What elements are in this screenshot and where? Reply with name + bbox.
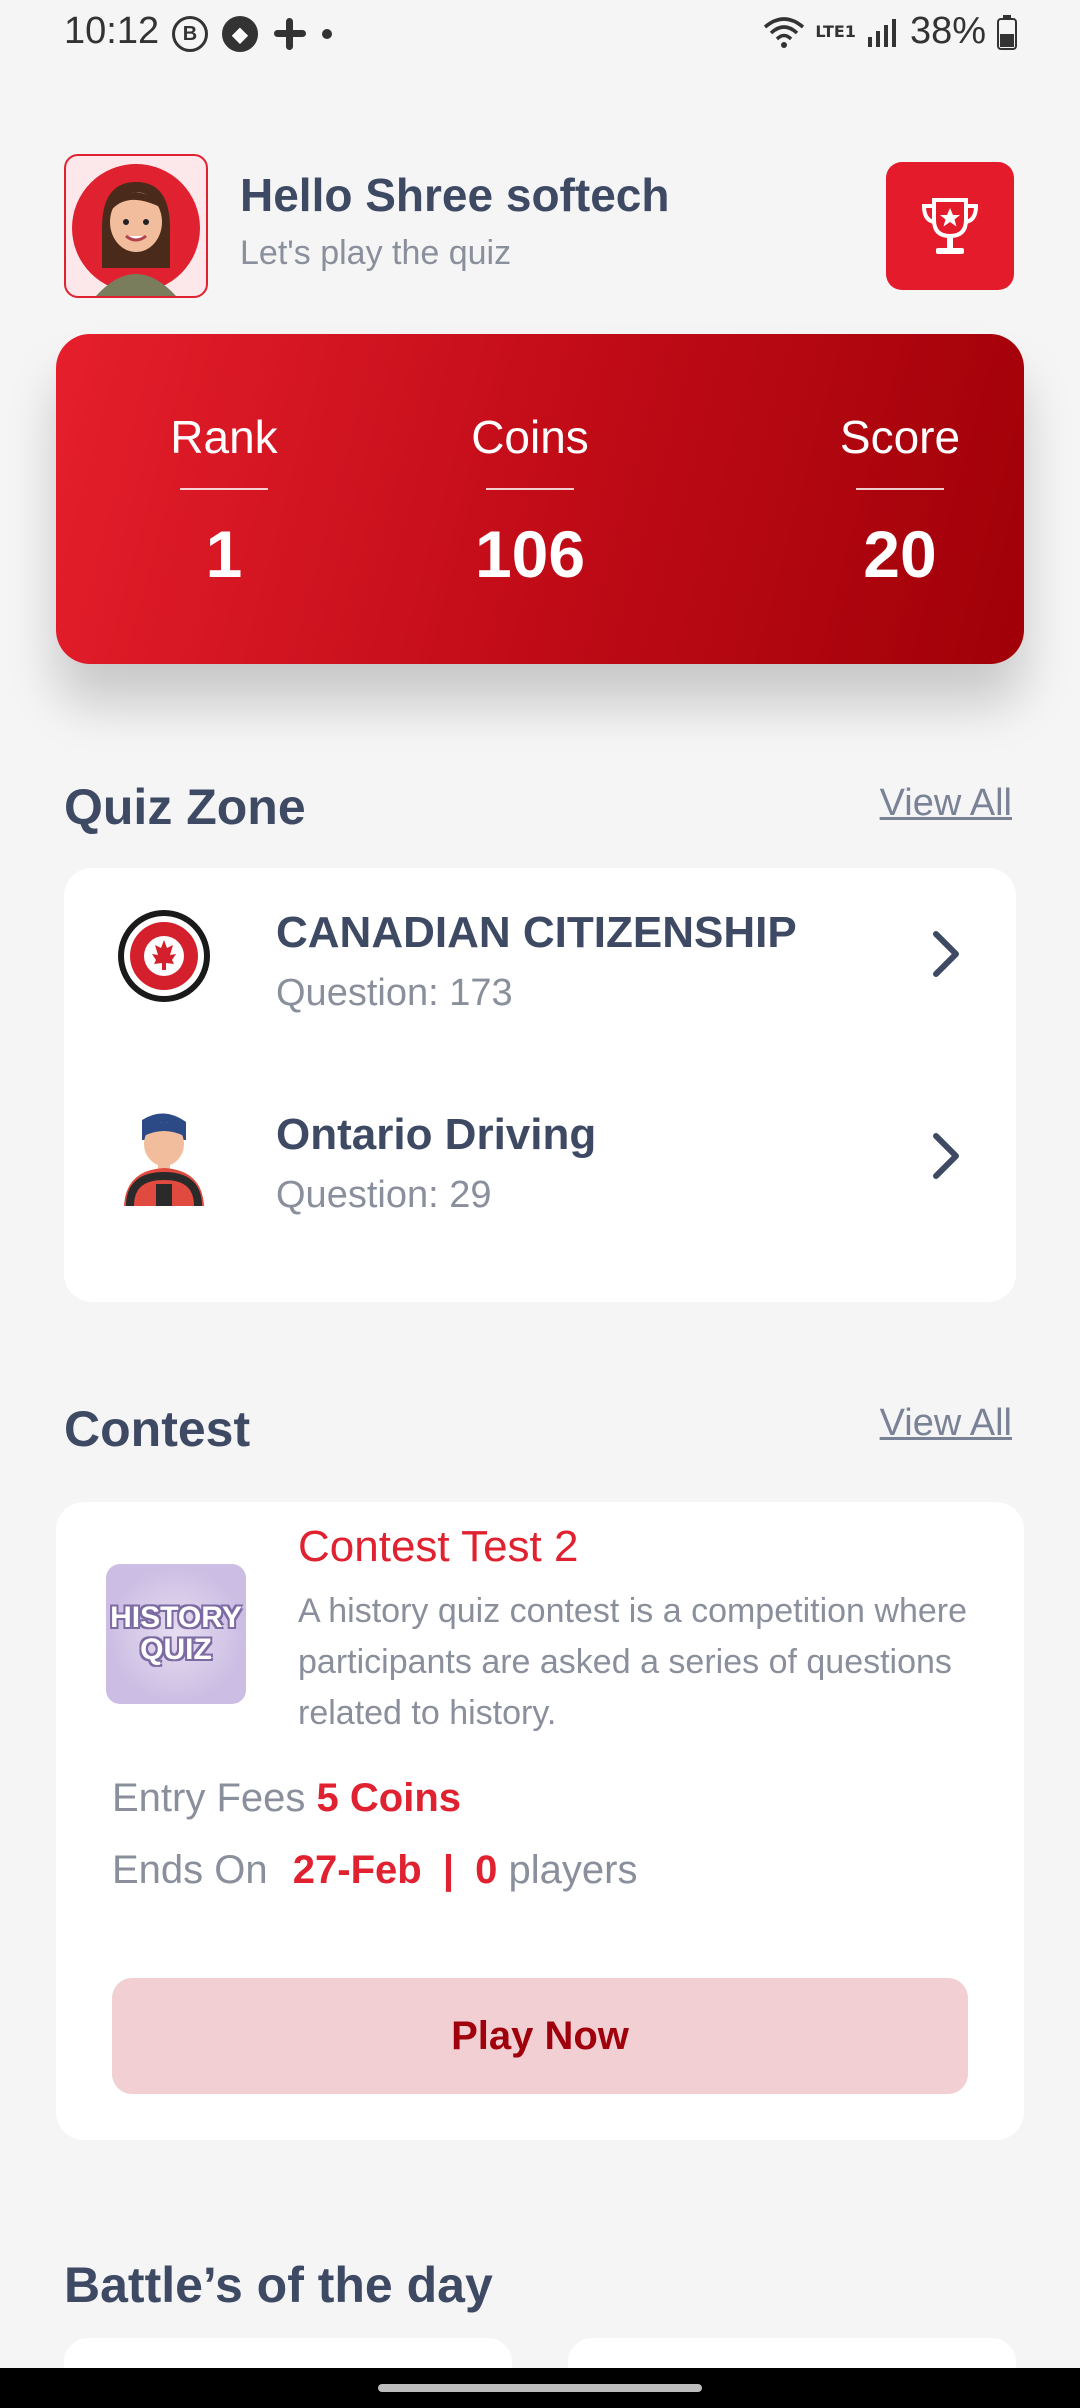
- entry-fees-row: Entry Fees 5 Coins: [112, 1776, 461, 1821]
- battery-icon: [997, 14, 1017, 50]
- status-time: 10:12: [64, 10, 160, 52]
- battery-percent: 38%: [909, 10, 986, 52]
- separator: |: [442, 1848, 455, 1892]
- play-now-button[interactable]: Play Now: [112, 1978, 968, 2094]
- contest-title: Contest: [64, 1401, 251, 1457]
- signal-icon: [867, 18, 896, 47]
- status-right: LTE1 38%: [763, 10, 1018, 53]
- greeting-subtitle: Let's play the quiz: [240, 234, 512, 272]
- battles-title: Battle’s of the day: [64, 2257, 493, 2313]
- entry-fees-value: 5 Coins: [316, 1776, 462, 1820]
- quiz-zone-view-all-link[interactable]: View All: [880, 782, 1012, 825]
- driver-icon: [124, 1113, 204, 1206]
- ends-on-row: Ends On 27-Feb | 0 players: [112, 1848, 638, 1893]
- stat-coins-label: Coins: [471, 411, 589, 463]
- b-badge-icon: B: [172, 16, 208, 52]
- stat-rank-label: Rank: [170, 411, 278, 463]
- quiz-zone-card: CANADIAN CITIZENSHIP Question: 173 Ontar…: [64, 868, 1016, 1302]
- players-label: players: [508, 1848, 638, 1892]
- contest-thumbnail: HISTORY QUIZ: [106, 1564, 246, 1704]
- slack-icon: [274, 18, 306, 50]
- contest-card[interactable]: HISTORY QUIZ Contest Test 2 A history qu…: [56, 1502, 1024, 2140]
- ends-on-date: 27-Feb: [292, 1848, 422, 1892]
- quiz-item-ontario-driving[interactable]: Ontario Driving Question: 29: [64, 1070, 1016, 1240]
- contest-view-all-link[interactable]: View All: [880, 1402, 1012, 1445]
- lte-indicator: LTE1: [815, 21, 856, 41]
- avatar[interactable]: [64, 154, 208, 298]
- stat-score: Score 20: [800, 410, 1000, 592]
- chevron-right-icon: [933, 931, 959, 977]
- quiz-item-count: Question: 173: [276, 972, 513, 1014]
- entry-fees-label: Entry Fees: [112, 1776, 306, 1820]
- stat-rank-value: 1: [205, 517, 243, 591]
- stat-score-value: 20: [863, 517, 937, 591]
- ends-on-label: Ends On: [112, 1848, 268, 1892]
- quiz-item-canadian-citizenship[interactable]: CANADIAN CITIZENSHIP Question: 173: [64, 868, 1016, 1038]
- status-bar: 10:12 B ◆ LTE1 38%: [0, 0, 1080, 70]
- greeting-title: Hello Shree softech: [240, 169, 670, 221]
- divider: [180, 488, 268, 490]
- stat-rank: Rank 1: [124, 410, 324, 592]
- game-icon: ◆: [222, 16, 258, 52]
- divider: [856, 488, 944, 490]
- trophy-icon: [921, 198, 979, 254]
- contest-name: Contest Test 2: [298, 1522, 579, 1571]
- stat-coins-value: 106: [474, 517, 586, 591]
- home-gesture-handle[interactable]: [378, 2384, 702, 2392]
- thumbnail-text: HISTORY QUIZ: [110, 1601, 242, 1666]
- status-left-icons: B ◆: [172, 16, 332, 52]
- stat-coins: Coins 106: [430, 410, 630, 592]
- wifi-icon: [764, 16, 805, 48]
- quiz-item-name: Ontario Driving: [276, 1110, 597, 1159]
- chevron-right-icon: [933, 1133, 959, 1179]
- quiz-zone-title: Quiz Zone: [64, 779, 306, 835]
- stat-score-label: Score: [839, 411, 961, 463]
- dot-icon: [322, 29, 332, 39]
- quiz-item-count: Question: 29: [276, 1174, 492, 1216]
- players-count: 0: [475, 1848, 498, 1892]
- quiz-item-name: CANADIAN CITIZENSHIP: [276, 908, 797, 957]
- system-nav-bar: [0, 2368, 1080, 2408]
- leaderboard-button[interactable]: [886, 162, 1014, 290]
- canada-citizenship-badge-icon: [118, 910, 210, 1002]
- contest-description: A history quiz contest is a competition …: [298, 1592, 967, 1732]
- avatar-image: [72, 164, 200, 296]
- divider: [486, 488, 574, 490]
- stats-card: Rank 1 Coins 106 Score 20: [56, 334, 1024, 664]
